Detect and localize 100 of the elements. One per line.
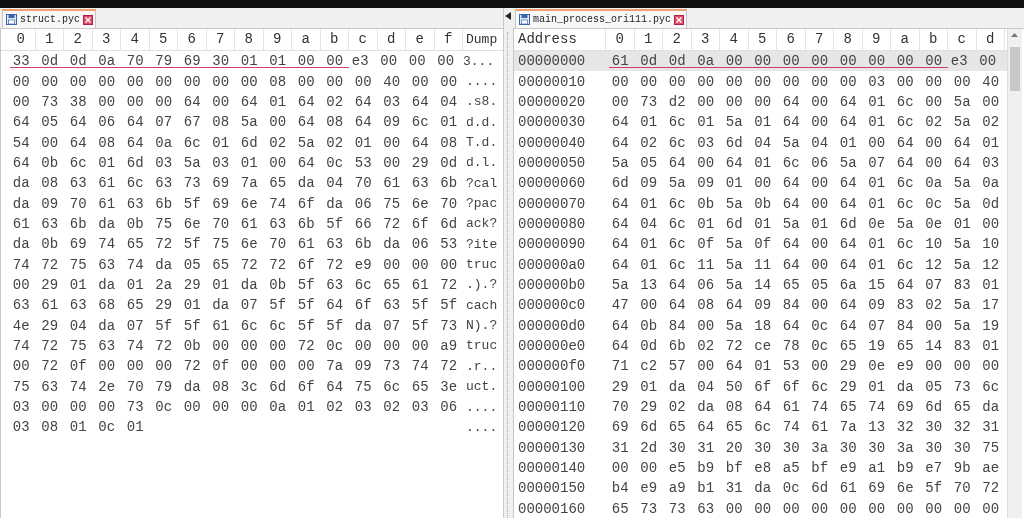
hex-byte: da: [11, 175, 31, 192]
hex-byte: 00: [40, 73, 60, 90]
hex-byte: 00: [810, 256, 830, 273]
hex-byte: 00: [667, 73, 687, 90]
hex-byte: 64: [353, 114, 373, 131]
hex-byte: 00: [867, 52, 887, 69]
column-header: 1: [35, 29, 64, 50]
hex-byte: 2d: [639, 439, 659, 456]
file-tab[interactable]: struct.pyc: [2, 9, 96, 28]
column-header: 3: [691, 29, 720, 50]
hex-byte: 09: [753, 297, 773, 314]
hex-byte: 00: [410, 338, 430, 354]
hex-byte: 01: [125, 276, 145, 293]
hex-byte: ae: [981, 460, 1001, 477]
hex-byte: 54: [11, 134, 31, 151]
hex-byte: 83: [895, 297, 915, 314]
hex-byte: 5a: [724, 195, 744, 212]
hex-byte: 01: [296, 399, 316, 415]
hex-byte: 00: [154, 358, 174, 375]
scrollbar[interactable]: [1007, 29, 1022, 518]
hex-byte: 0b: [182, 338, 202, 354]
hex-byte: 6d: [639, 419, 659, 436]
hex-byte: 69: [68, 236, 88, 253]
hex-byte: 03: [11, 419, 31, 436]
hex-byte: 30: [952, 439, 972, 456]
hex-byte: 32: [895, 419, 915, 436]
hex-byte: 06: [353, 195, 373, 212]
column-header: 7: [206, 29, 235, 50]
close-icon[interactable]: [674, 14, 685, 25]
hex-byte: 29: [610, 378, 630, 395]
hex-byte: da: [11, 195, 31, 212]
hex-byte: 6f: [753, 378, 773, 395]
hex-byte: 01: [810, 215, 830, 232]
hex-byte: 64: [610, 236, 630, 253]
scroll-up-icon[interactable]: [1011, 33, 1018, 37]
hex-byte: 75: [981, 439, 1001, 456]
hex-byte: 6f: [781, 378, 801, 395]
hex-byte: 6b: [353, 236, 373, 253]
hex-byte: 64: [781, 93, 801, 110]
hex-byte: 01: [867, 195, 887, 212]
hex-byte: 00: [924, 500, 944, 517]
address-cell-text: 00000140: [517, 460, 587, 477]
hex-byte: 01: [639, 256, 659, 273]
hex-byte: 04: [68, 317, 88, 334]
hex-byte: 6e: [895, 480, 915, 497]
hex-byte: 6b: [439, 175, 459, 192]
hex-byte: 72: [154, 236, 174, 253]
hex-byte: 20: [724, 439, 744, 456]
file-tab[interactable]: main_process_ori111.pyc: [515, 9, 688, 28]
hex-byte: 5a: [952, 317, 972, 334]
hex-byte: 0c: [924, 195, 944, 212]
hex-byte: 61: [11, 215, 31, 232]
hex-byte: 3a: [810, 439, 830, 456]
hex-byte: 29: [639, 399, 659, 415]
hex-byte: 5a: [182, 154, 202, 171]
scrollbar-thumb[interactable]: [1010, 47, 1020, 91]
hex-byte: 69: [211, 175, 231, 192]
hex-byte: 79: [154, 378, 174, 395]
hex-byte: 00: [382, 134, 402, 151]
hex-byte: 07: [154, 114, 174, 131]
hex-byte: 11: [696, 256, 716, 273]
hex-byte: 00: [838, 52, 858, 69]
hex-byte: 0e: [924, 215, 944, 232]
hex-byte: 00: [239, 399, 259, 415]
column-header: e: [406, 29, 435, 50]
hex-byte: 02: [325, 134, 345, 151]
close-icon[interactable]: [83, 14, 93, 25]
hex-byte: 61: [810, 419, 830, 436]
hex-byte: 00: [981, 500, 1001, 517]
hex-byte: 00: [40, 399, 60, 415]
address-cell-text: 00000060: [517, 175, 587, 192]
column-header: 1: [634, 29, 663, 50]
collapse-arrow-icon[interactable]: [505, 12, 511, 20]
hex-byte: 09: [353, 358, 373, 375]
hex-byte: 6c: [68, 154, 88, 171]
hex-byte: 64: [838, 317, 858, 334]
hex-byte: 69: [895, 399, 915, 415]
hex-byte: 64: [610, 317, 630, 334]
hex-byte: 00: [239, 358, 259, 375]
hex-byte: 00: [696, 93, 716, 110]
hex-byte: 83: [952, 276, 972, 293]
hex-byte: 64: [68, 134, 88, 151]
hex-byte: 09: [40, 195, 60, 212]
hex-byte: 5f: [182, 317, 202, 334]
hex-byte: 0d: [40, 52, 60, 69]
hex-byte: 00: [211, 399, 231, 415]
hex-row[interactable]: 00000000 61 0d 0d 0a 00 00 00 00 00 00 00 00 e3 00: [514, 51, 1007, 72]
hex-byte: 70: [610, 399, 630, 415]
hex-byte: 64: [781, 256, 801, 273]
hex-byte: 6f: [296, 256, 316, 273]
hex-byte: 6f: [353, 297, 373, 314]
hex-byte: 72: [154, 338, 174, 354]
hex-byte: 04: [325, 175, 345, 192]
hex-byte: 74: [268, 195, 288, 212]
hex-byte: 00: [753, 93, 773, 110]
hex-byte: 03: [154, 154, 174, 171]
hex-byte: e9: [639, 480, 659, 497]
hex-byte: 5a: [838, 154, 858, 171]
hex-byte: 00: [296, 358, 316, 375]
hex-byte: 61: [40, 297, 60, 314]
